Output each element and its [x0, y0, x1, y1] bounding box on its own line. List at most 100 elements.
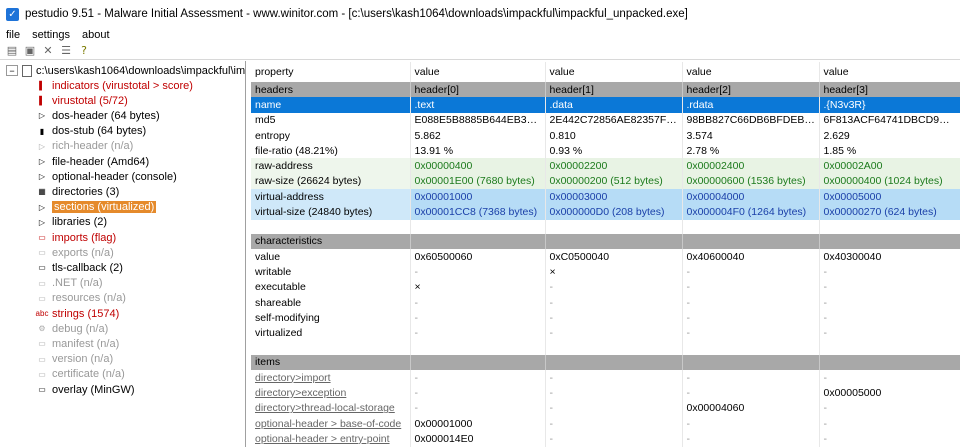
- value-cell: [410, 219, 546, 234]
- value-cell: 0.810: [545, 127, 683, 144]
- value-cell: 0x00000400 (1024 bytes): [819, 173, 960, 190]
- table-row[interactable]: self-modifying - - - -: [251, 310, 960, 326]
- table-row[interactable]: raw-address 0x00000400 0x00002200 0x0000240…: [251, 158, 960, 174]
- table-row[interactable]: name .text .data .rdata .{N3v3R}: [251, 97, 960, 113]
- table-row[interactable]: characteristics: [251, 233, 960, 249]
- table-row[interactable]: writable - × - -: [251, 264, 960, 280]
- value-cell: -: [410, 385, 546, 401]
- tree-item[interactable]: ▭ resources (n/a): [36, 291, 126, 306]
- collapse-box-icon[interactable]: −: [6, 65, 18, 76]
- certificate-icon: ▭: [38, 369, 46, 379]
- value-cell: 2E442C72856AE82357F9AA5...: [545, 112, 683, 128]
- debug-icon: ⚙: [38, 324, 46, 334]
- property-cell: optional-header > entry-point: [251, 431, 411, 447]
- value-cell: [410, 233, 546, 249]
- tree-item[interactable]: ▷ file-header (Amd64): [36, 154, 149, 169]
- value-cell: -: [819, 279, 960, 295]
- value-cell: .text: [410, 97, 546, 113]
- tree-item[interactable]: abc strings (1574): [35, 306, 120, 321]
- tree-item[interactable]: ▭ version (n/a): [36, 352, 113, 367]
- help-icon[interactable]: ?: [75, 43, 93, 59]
- tree-item[interactable]: ▭ exports (n/a): [36, 245, 114, 260]
- tree-item[interactable]: ▭ certificate (n/a): [36, 367, 125, 382]
- save-icon[interactable]: ▣: [21, 43, 39, 59]
- table-row[interactable]: file-ratio (48.21%) 13.91 % 0.93 % 2.78 % 1.…: [251, 143, 960, 159]
- property-cell: items: [251, 354, 411, 371]
- column-header-property[interactable]: property: [251, 62, 411, 82]
- value-cell: -: [819, 294, 960, 311]
- sections-table: property value value value value headers…: [251, 62, 960, 447]
- tree-item[interactable]: ▭ imports (flag): [36, 230, 116, 245]
- value-cell: 2.78 %: [682, 143, 820, 159]
- tree-item[interactable]: ▷ dos-header (64 bytes): [36, 108, 160, 123]
- menu-file[interactable]: file: [6, 29, 20, 41]
- tree-item[interactable]: ⚙ debug (n/a): [36, 321, 108, 336]
- value-cell: -: [545, 370, 683, 386]
- table-row[interactable]: entropy 5.862 0.810 3.574 2.629: [251, 127, 960, 144]
- value-cell: header[2]: [682, 82, 820, 98]
- tree-item-label: overlay (MinGW): [52, 383, 135, 396]
- indicator-icon: ▌: [39, 81, 45, 90]
- table-row[interactable]: executable × - - -: [251, 279, 960, 295]
- column-header-value[interactable]: value: [545, 62, 683, 82]
- table-row[interactable]: [251, 340, 960, 355]
- menu-settings[interactable]: settings: [32, 29, 70, 41]
- property-cell: directory>exception: [251, 385, 411, 401]
- table-row[interactable]: value 0x60500060 0xC0500040 0x40600040 0x403…: [251, 248, 960, 265]
- column-header-value[interactable]: value: [819, 62, 960, 82]
- table-row[interactable]: directory>thread-local-storage - -0x000040…: [251, 400, 960, 416]
- tree-item[interactable]: ▌ virustotal (5/72): [36, 93, 128, 108]
- table-row[interactable]: virtual-size (24840 bytes) 0x00001CC8 (73…: [251, 204, 960, 220]
- tree-item[interactable]: ▭ overlay (MinGW): [36, 382, 135, 397]
- table-row[interactable]: headers header[0] header[1] header[2] header…: [251, 82, 960, 98]
- table-row[interactable]: directory>exception - - -0x00005000: [251, 385, 960, 401]
- value-cell: 0x00000600 (1536 bytes): [682, 173, 820, 190]
- menu-about[interactable]: about: [82, 29, 110, 41]
- tree-view[interactable]: − c:\users\kash1064\downloads\impackful\i…: [0, 61, 246, 447]
- property-cell: entropy: [251, 127, 411, 144]
- open-icon[interactable]: ▤: [3, 43, 21, 59]
- tree-root[interactable]: − c:\users\kash1064\downloads\impackful\i…: [6, 63, 245, 78]
- tree-item-label: strings (1574): [52, 307, 120, 320]
- table-row[interactable]: optional-header > entry-point 0x000014E0-…: [251, 431, 960, 447]
- tree-item-label: directories (3): [52, 185, 120, 198]
- column-header-row: property value value value value: [251, 62, 960, 82]
- value-cell: 1.85 %: [819, 143, 960, 159]
- value-cell: -: [682, 294, 820, 311]
- tree-item[interactable]: ▷ libraries (2): [36, 215, 107, 230]
- value-cell: -: [545, 294, 683, 311]
- table-row[interactable]: [251, 219, 960, 234]
- table-row[interactable]: shareable - - - -: [251, 294, 960, 311]
- table-row[interactable]: optional-header > base-of-code 0x00001000…: [251, 415, 960, 432]
- tree-item[interactable]: ▮ dos-stub (64 bytes): [36, 124, 146, 139]
- table-row[interactable]: virtualized - - - -: [251, 325, 960, 341]
- tree-item[interactable]: ▌ indicators (virustotal > score): [36, 78, 193, 93]
- value-cell: 5.862: [410, 127, 546, 144]
- property-cell: file-ratio (48.21%): [251, 143, 411, 159]
- tree-item-label: resources (n/a): [52, 292, 126, 305]
- expand-arrow-icon: ▷: [38, 141, 46, 151]
- tree-item[interactable]: ▭ .NET (n/a): [36, 276, 103, 291]
- tree-item[interactable]: ▷ optional-header (console): [36, 169, 177, 184]
- strings-icon: abc: [35, 309, 49, 318]
- table-row[interactable]: virtual-address 0x00001000 0x00003000 0x000…: [251, 189, 960, 205]
- table-row[interactable]: md5E088E5B8885B644EB33836EF...2E442C7285…: [251, 112, 960, 128]
- tree-item[interactable]: ▷ sections (virtualized): [36, 200, 157, 215]
- value-cell: 0x000004F0 (1264 bytes): [682, 204, 820, 220]
- value-cell: -: [682, 431, 820, 447]
- list-icon[interactable]: ☰: [57, 43, 75, 59]
- tree-item[interactable]: ▭ tls-callback (2): [36, 260, 123, 275]
- tree-item-label: .NET (n/a): [52, 277, 103, 290]
- tree-item[interactable]: ▭ manifest (n/a): [36, 336, 119, 351]
- value-cell: [545, 354, 683, 371]
- tree-item[interactable]: ▷ rich-header (n/a): [36, 139, 133, 154]
- table-row[interactable]: directory>import - - - -: [251, 370, 960, 386]
- tree-item[interactable]: ▦ directories (3): [36, 184, 119, 199]
- column-header-value[interactable]: value: [410, 62, 546, 82]
- close-icon[interactable]: ✕: [39, 43, 57, 59]
- value-cell: -: [410, 400, 546, 416]
- table-row[interactable]: items: [251, 354, 960, 371]
- table-row[interactable]: raw-size (26624 bytes) 0x00001E00 (7680 b…: [251, 173, 960, 190]
- column-header-value[interactable]: value: [682, 62, 820, 82]
- property-cell: directory>import: [251, 370, 411, 386]
